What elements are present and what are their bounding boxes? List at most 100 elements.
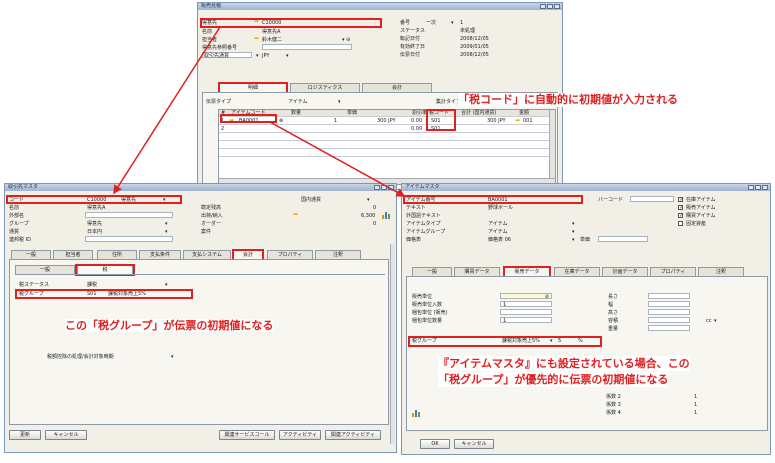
barcode-field[interactable]: [630, 196, 674, 202]
tab-payment-terms[interactable]: 支払条件: [139, 250, 181, 259]
tab-purchasing[interactable]: 購買データ: [454, 267, 500, 276]
currency-field[interactable]: JPY: [262, 53, 269, 59]
tab-remarks[interactable]: 注釈: [698, 267, 744, 276]
price-list-select[interactable]: 価格表 06: [488, 237, 511, 243]
factor3-value[interactable]: 1: [694, 402, 697, 408]
dropdown-icon[interactable]: ▾: [367, 197, 370, 203]
tab-inventory[interactable]: 在庫データ: [554, 267, 600, 276]
local-currency-select[interactable]: 国内通貨: [301, 197, 321, 203]
tab-accounting[interactable]: 会計: [362, 83, 432, 92]
dropdown-icon[interactable]: ▾: [572, 237, 575, 243]
group-select[interactable]: 得意先: [87, 221, 102, 227]
chart-icon[interactable]: [382, 211, 390, 219]
tax-status-select[interactable]: 課税: [87, 282, 97, 288]
choose-icon[interactable]: ⊗: [279, 118, 283, 124]
ref-field[interactable]: [262, 44, 352, 50]
doc-date-field[interactable]: 2008/12/05: [460, 52, 489, 58]
disc-cell[interactable]: 0.00: [411, 118, 422, 124]
tab-properties[interactable]: プロパティ: [650, 267, 696, 276]
table-row[interactable]: [219, 142, 555, 149]
close-button[interactable]: [762, 185, 768, 190]
weight-field[interactable]: [648, 325, 690, 331]
tax-group-select[interactable]: 課税対象売上5%: [502, 338, 540, 344]
code-field[interactable]: C10000: [87, 197, 106, 203]
tab-logistics[interactable]: ロジスティクス: [290, 83, 360, 92]
dropdown-icon[interactable]: ▾: [165, 282, 168, 288]
related-activities-button[interactable]: 関連アクティビティ: [325, 430, 381, 440]
dropdown-icon[interactable]: ▾: [171, 354, 174, 360]
minimize-button[interactable]: [748, 185, 754, 190]
dropdown-icon[interactable]: ▾: [572, 221, 575, 227]
item-group-select[interactable]: アイテム: [488, 229, 508, 235]
inventory-item-checkbox[interactable]: ✓: [678, 197, 683, 203]
tab-properties[interactable]: プロパティ: [267, 250, 313, 259]
cancel-button[interactable]: キャンセル: [45, 430, 87, 440]
close-button[interactable]: [554, 4, 560, 9]
related-service-calls-button[interactable]: 関連サービスコール: [219, 430, 275, 440]
dropdown-icon[interactable]: ▾: [286, 53, 289, 59]
vertical-scrollbar[interactable]: [390, 244, 395, 444]
unit-price-field[interactable]: [598, 236, 648, 242]
item-type-select[interactable]: アイテム: [488, 221, 508, 227]
valid-date-field[interactable]: 2009/01/05: [460, 44, 489, 50]
length-field[interactable]: [648, 293, 690, 299]
purchase-item-checkbox[interactable]: ✓: [678, 213, 683, 219]
price-cell[interactable]: 300 JPY: [377, 118, 396, 124]
tax-id-field[interactable]: [85, 236, 173, 242]
dropdown-icon[interactable]: ▾: [165, 229, 168, 235]
minimize-button[interactable]: [374, 185, 380, 190]
vertical-scrollbar[interactable]: [549, 110, 555, 184]
subtab-general[interactable]: 一般: [15, 265, 75, 274]
item-no-field[interactable]: BA0001: [488, 197, 508, 203]
dropdown-icon[interactable]: ▾: [451, 20, 454, 26]
contact-field[interactable]: 鈴木健二: [262, 37, 282, 43]
dropdown-icon[interactable]: ▾: [165, 221, 168, 227]
maximize-button[interactable]: [381, 185, 387, 190]
table-row[interactable]: [219, 134, 555, 141]
sales-unit-field[interactable]: ⊘: [500, 293, 552, 300]
maximize-button[interactable]: [547, 4, 553, 9]
name-field[interactable]: 得意先A: [87, 205, 105, 211]
width-field[interactable]: [648, 301, 690, 307]
dropdown-icon[interactable]: ▾: [163, 197, 166, 203]
tab-remarks[interactable]: 注釈: [315, 250, 361, 259]
link-arrow-icon[interactable]: ➡: [515, 118, 520, 124]
tab-general[interactable]: 一般: [412, 267, 452, 276]
qty-cell[interactable]: 1: [334, 118, 337, 124]
link-arrow-icon[interactable]: ➡: [254, 36, 259, 42]
sales-qty-field[interactable]: 1: [500, 301, 552, 308]
tab-payment-system[interactable]: 支払システム: [183, 250, 231, 259]
table-row[interactable]: [219, 150, 555, 157]
cancel-button[interactable]: キャンセル: [454, 439, 494, 449]
factor4-value[interactable]: 1: [694, 410, 697, 416]
volume-unit-select[interactable]: cc: [706, 318, 712, 324]
volume-field[interactable]: [648, 317, 690, 323]
dropdown-icon[interactable]: ▾: [550, 338, 553, 344]
doc-no-field[interactable]: 1: [460, 20, 463, 26]
pack-unit-field[interactable]: [500, 309, 552, 315]
foreign-name-field[interactable]: [85, 212, 173, 218]
minimize-button[interactable]: [540, 4, 546, 9]
pack-qty-field[interactable]: 1: [500, 317, 552, 324]
dropdown-icon[interactable]: ▾: [572, 229, 575, 235]
name-field[interactable]: 得意先A: [262, 29, 280, 35]
dropdown-icon[interactable]: ▾: [714, 318, 717, 324]
factor2-value[interactable]: 1: [694, 394, 697, 400]
maximize-button[interactable]: [755, 185, 761, 190]
bp-type-select[interactable]: 得意先: [121, 197, 136, 203]
tab-addresses[interactable]: 住所: [97, 250, 137, 259]
close-button[interactable]: [388, 185, 394, 190]
link-arrow-icon[interactable]: ➡: [293, 212, 298, 218]
dropdown-icon[interactable]: ▾: [256, 53, 259, 59]
height-field[interactable]: [648, 309, 690, 315]
table-row[interactable]: 2 0.00 S01: [219, 126, 555, 133]
sales-item-checkbox[interactable]: ✓: [678, 205, 683, 211]
dropdown-icon[interactable]: ▾ ⊖: [342, 37, 350, 43]
ok-button[interactable]: OK: [420, 439, 450, 449]
fixed-asset-checkbox[interactable]: [678, 221, 683, 226]
update-button[interactable]: 更新: [9, 430, 41, 440]
chart-icon[interactable]: [412, 409, 420, 417]
tab-planning[interactable]: 計画データ: [602, 267, 648, 276]
post-date-field[interactable]: 2008/12/05: [460, 36, 489, 42]
tab-contacts[interactable]: 担当者: [53, 250, 93, 259]
